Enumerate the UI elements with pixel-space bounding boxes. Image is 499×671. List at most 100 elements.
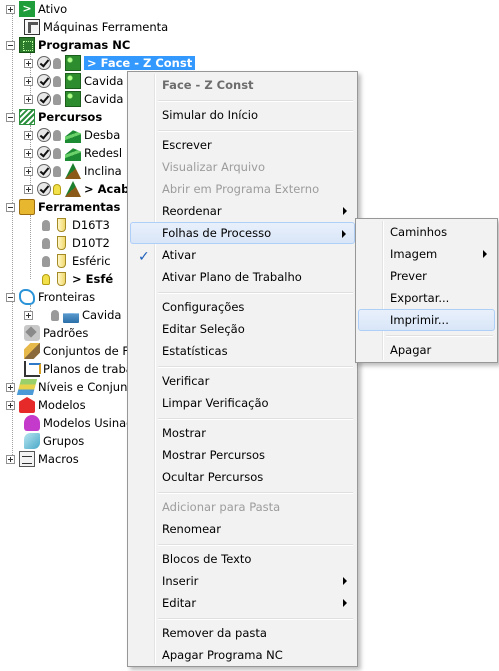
tree-item-label: Cavida — [84, 92, 124, 106]
menu-item-text-blocks[interactable]: Blocos de Texto — [130, 548, 355, 570]
expand-toggle[interactable] — [24, 166, 33, 176]
tree-item-patterns[interactable]: Padrões — [24, 324, 88, 342]
checkmark-icon: ✓ — [138, 249, 150, 265]
menu-item-verify[interactable]: Verificar — [130, 370, 355, 392]
submenu-item-preview[interactable]: Prever — [358, 265, 495, 287]
tree-item-ativo[interactable]: > Ativo — [6, 0, 67, 18]
process-sheets-submenu: Caminhos Imagem Prever Exportar... Impri… — [355, 218, 498, 363]
tree-item-macros[interactable]: Macros — [6, 450, 79, 468]
tree-item-feature-sets[interactable]: Conjuntos de Fi — [24, 342, 131, 360]
tree-item-nc-programs[interactable]: Programas NC — [6, 36, 130, 54]
pattern-icon — [24, 325, 40, 341]
tree-item-label: Programas NC — [38, 38, 131, 52]
tree-item-nc-face-z-const[interactable]: > Face - Z Const — [24, 54, 196, 72]
tree-item-label: D10T2 — [72, 236, 110, 250]
submenu-item-print[interactable]: Imprimir... — [358, 309, 495, 331]
tree-item-label: Esféric — [72, 254, 111, 268]
menu-item-show[interactable]: Mostrar — [130, 422, 355, 444]
tree-item-stock-models[interactable]: Modelos Usinad — [24, 414, 133, 432]
active-arrow-icon: > — [19, 1, 35, 17]
tree-item-boundaries[interactable]: Fronteiras — [6, 288, 95, 306]
tree-item-label: Níveis e Conjunt — [38, 380, 132, 394]
tree-item-tool-esferica[interactable]: Esféric — [42, 252, 111, 270]
menu-item-activate-workplane[interactable]: Ativar Plano de Trabalho — [130, 266, 355, 288]
tree-item-tools[interactable]: Ferramentas — [6, 198, 120, 216]
tree-item-toolpath-desbaste[interactable]: Desba — [24, 126, 120, 144]
collapse-toggle[interactable] — [6, 112, 15, 122]
tree-item-label: Ativo — [38, 2, 68, 16]
tree-item-groups[interactable]: Grupos — [24, 432, 84, 450]
tree-item-label: Padrões — [43, 326, 89, 340]
menu-item-write[interactable]: Escrever — [130, 134, 355, 156]
tree-item-toolpaths[interactable]: Percursos — [6, 108, 102, 126]
menu-item-statistics[interactable]: Estatísticas — [130, 340, 355, 362]
nc-program-icon — [65, 91, 81, 107]
submenu-item-delete[interactable]: Apagar — [358, 339, 495, 361]
expand-toggle[interactable] — [24, 58, 33, 68]
check-status-icon — [37, 74, 51, 88]
menu-item-hide-toolpaths[interactable]: Ocultar Percursos — [130, 466, 355, 488]
menu-item-label: Folhas de Processo — [162, 226, 272, 240]
menu-item-simulate[interactable]: Simular do Início — [130, 104, 355, 126]
tree-item-toolpath-redesbaste[interactable]: Redesl — [24, 144, 122, 162]
tree-item-tool-d10t2[interactable]: D10T2 — [42, 234, 110, 252]
expand-toggle[interactable] — [6, 382, 15, 392]
expand-toggle[interactable] — [6, 4, 15, 14]
bulb-on-icon — [53, 183, 61, 195]
expand-toggle[interactable] — [24, 76, 33, 86]
expand-toggle[interactable] — [24, 94, 33, 104]
tree-item-nc-cavity-2[interactable]: Cavida — [24, 90, 123, 108]
menu-item-delete-nc-program[interactable]: Apagar Programa NC — [130, 644, 355, 666]
tree-item-nc-cavity-1[interactable]: Cavida — [24, 72, 123, 90]
collapse-toggle[interactable] — [6, 202, 15, 212]
tree-item-workplanes[interactable]: Planos de trabal — [24, 360, 136, 378]
menu-separator — [158, 292, 353, 294]
expand-toggle[interactable] — [24, 310, 33, 320]
tree-item-levels[interactable]: Níveis e Conjunt — [6, 378, 132, 396]
expand-toggle[interactable] — [24, 130, 33, 140]
menu-item-clear-verification[interactable]: Limpar Verificação — [130, 392, 355, 414]
menu-item-label: Inserir — [162, 574, 199, 588]
menu-item-show-toolpaths[interactable]: Mostrar Percursos — [130, 444, 355, 466]
menu-item-label: Ativar — [162, 248, 196, 262]
check-status-icon — [37, 92, 51, 106]
submenu-item-export[interactable]: Exportar... — [358, 287, 495, 309]
boundary-icon — [19, 289, 35, 305]
tree-item-tool-d16t3[interactable]: D16T3 — [42, 216, 110, 234]
menu-item-settings[interactable]: Configurações — [130, 296, 355, 318]
tree-item-tool-esferica-active[interactable]: > Esfé — [42, 270, 113, 288]
expand-toggle[interactable] — [6, 400, 15, 410]
menu-item-add-to-folder[interactable]: Adicionar para Pasta — [130, 496, 355, 518]
expand-toggle[interactable] — [24, 148, 33, 158]
tree-item-toolpath-acabamento[interactable]: > Acab — [24, 180, 129, 198]
menu-item-label: Editar — [162, 596, 197, 610]
menu-item-edit-selection[interactable]: Editar Seleção — [130, 318, 355, 340]
menu-item-insert[interactable]: Inserir — [130, 570, 355, 592]
tree-item-toolpath-inclinado[interactable]: Inclina — [24, 162, 122, 180]
menu-item-edit[interactable]: Editar — [130, 592, 355, 614]
tree-item-label: Grupos — [43, 434, 85, 448]
menu-item-rename[interactable]: Renomear — [130, 518, 355, 540]
tree-item-machines[interactable]: Máquinas Ferramenta — [24, 18, 168, 36]
bulb-icon — [53, 129, 61, 141]
collapse-toggle[interactable] — [6, 40, 15, 50]
tree-item-models[interactable]: Modelos — [6, 396, 86, 414]
tree-item-label: Cavida — [82, 308, 122, 322]
submenu-arrow-icon — [343, 599, 347, 607]
expand-toggle[interactable] — [6, 454, 15, 464]
menu-item-activate[interactable]: ✓ Ativar — [130, 244, 355, 266]
menu-item-remove-from-folder[interactable]: Remover da pasta — [130, 622, 355, 644]
menu-item-reorder[interactable]: Reordenar — [130, 200, 355, 222]
tree-item-label: Conjuntos de Fi — [43, 344, 132, 358]
submenu-item-image[interactable]: Imagem — [358, 243, 495, 265]
menu-item-process-sheets[interactable]: Folhas de Processo — [130, 222, 355, 244]
expand-toggle[interactable] — [24, 184, 33, 194]
collapse-toggle[interactable] — [6, 292, 15, 302]
submenu-item-paths[interactable]: Caminhos — [358, 221, 495, 243]
menu-item-open-external[interactable]: Abrir em Programa Externo — [130, 178, 355, 200]
menu-item-label: Reordenar — [162, 204, 222, 218]
check-status-icon — [37, 146, 51, 160]
menu-item-view-file[interactable]: Visualizar Arquivo — [130, 156, 355, 178]
check-status-icon — [37, 56, 51, 70]
tree-item-boundary-cavity[interactable]: Cavida — [24, 306, 122, 324]
